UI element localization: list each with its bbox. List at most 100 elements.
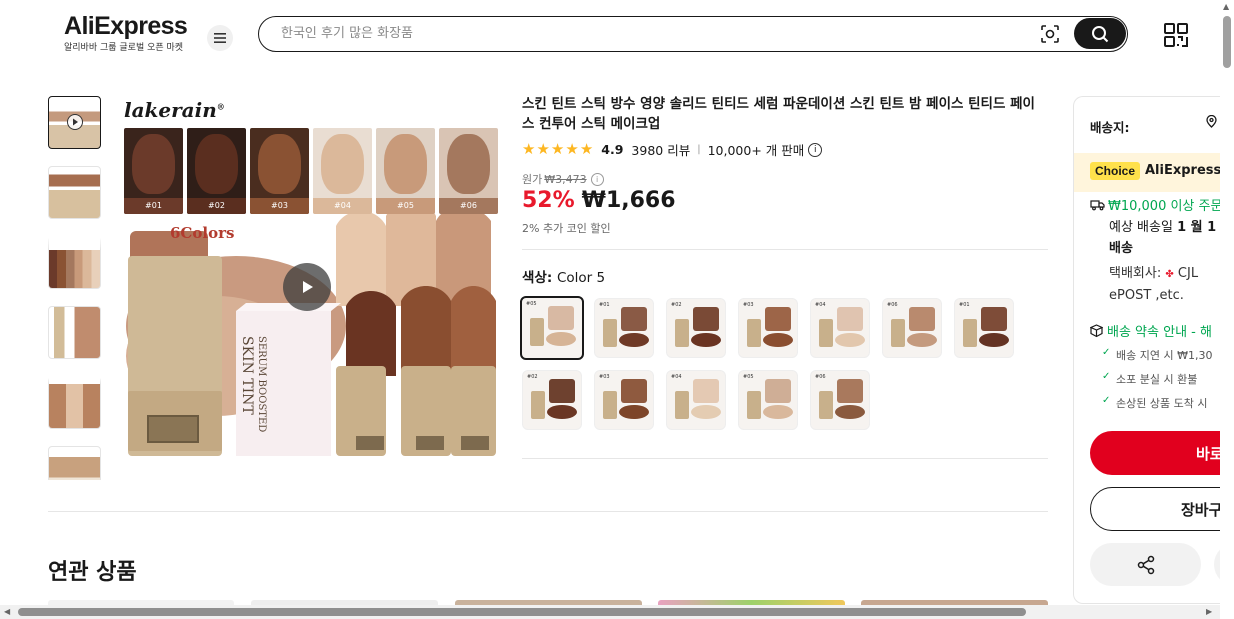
- brand-mark: ®: [216, 101, 225, 112]
- product-stick: [531, 391, 545, 419]
- search-input[interactable]: [281, 17, 1021, 50]
- color-option-tag: #01: [599, 302, 610, 308]
- thumbnail-item[interactable]: [48, 446, 101, 480]
- location-pin-icon[interactable]: [1206, 114, 1217, 131]
- model-face: [765, 307, 791, 331]
- color-option-tag: #01: [959, 302, 970, 308]
- colors-count-label: 6Colors: [170, 224, 235, 242]
- horizontal-scroll-thumb[interactable]: [18, 608, 1026, 616]
- shade-swatch: #05: [376, 128, 435, 214]
- color-option[interactable]: #02: [522, 370, 582, 430]
- model-face: [549, 379, 575, 403]
- color-option[interactable]: #02: [666, 298, 726, 358]
- color-option-tag: #05: [743, 374, 754, 380]
- product-title: 스킨 틴트 스틱 방수 영양 솔리드 틴티드 세럼 파운데이션 스킨 틴트 밤 …: [522, 96, 1035, 132]
- carrier-label: 택배회사:: [1109, 266, 1162, 281]
- product-stick: [963, 319, 977, 347]
- color-option[interactable]: #01: [954, 298, 1014, 358]
- vertical-scroll-thumb[interactable]: [1223, 16, 1231, 68]
- model-face: [981, 307, 1007, 331]
- model-face: [693, 307, 719, 331]
- model-face: [909, 307, 935, 331]
- color-option[interactable]: #04: [666, 370, 726, 430]
- shade-swatch: #02: [187, 128, 246, 214]
- color-option-tag: #04: [815, 302, 826, 308]
- separator: |: [697, 144, 701, 155]
- product-main-image[interactable]: lakerain® #01 #02 #03 #04 #05 #06 6Colors SER…: [116, 96, 498, 479]
- promise-item: 배송 지연 시 ₩1,30: [1102, 347, 1213, 363]
- model-face: [621, 379, 647, 403]
- model-face: [765, 379, 791, 403]
- buy-now-button[interactable]: 바로: [1090, 431, 1234, 475]
- color-option[interactable]: #06: [882, 298, 942, 358]
- scroll-right-arrow[interactable]: ▶: [1206, 607, 1212, 616]
- thumbnail-item[interactable]: [48, 96, 101, 149]
- promise-item: 손상된 상품 도착 시: [1102, 395, 1208, 411]
- product-stick: [891, 319, 905, 347]
- sale-price: ₩1,666: [581, 188, 676, 213]
- shade-label: #04: [313, 198, 372, 214]
- model-face: [384, 134, 427, 194]
- thumbnail-item[interactable]: [48, 236, 101, 289]
- model-face: [321, 134, 364, 194]
- color-option[interactable]: #05: [738, 370, 798, 430]
- related-products-title: 연관 상품: [48, 560, 137, 585]
- search-bar: [258, 16, 1128, 52]
- thumbnail-item[interactable]: [48, 306, 101, 359]
- delivery-estimate: 예상 배송일 1 월 1 배송: [1109, 217, 1234, 259]
- delivery-promise[interactable]: 배송 약속 안내 - 해: [1090, 321, 1212, 340]
- eta-date: 1 월 1: [1177, 220, 1217, 235]
- color-option-tag: #06: [815, 374, 826, 380]
- product-stick: [675, 319, 689, 347]
- qr-code-icon[interactable]: [1163, 22, 1189, 52]
- choice-banner: Choice AliExpress: [1074, 153, 1234, 192]
- color-option-tag: #06: [887, 302, 898, 308]
- play-icon: [67, 114, 83, 130]
- menu-button[interactable]: [207, 25, 233, 51]
- horizontal-scrollbar[interactable]: ◀ ▶: [0, 605, 1220, 619]
- shade-swatch: #01: [124, 128, 183, 214]
- rating-score: 4.9: [601, 142, 624, 157]
- color-option[interactable]: #03: [738, 298, 798, 358]
- color-option-tag: #02: [527, 374, 538, 380]
- color-option-tag: #04: [671, 374, 682, 380]
- free-shipping-text: ₩10,000 이상 주문: [1108, 199, 1223, 214]
- play-video-button[interactable]: [283, 263, 331, 311]
- color-option[interactable]: #01: [594, 298, 654, 358]
- divider: [48, 511, 1048, 512]
- search-icon: [1092, 25, 1109, 42]
- product-stick: [530, 318, 544, 346]
- thumbnail-item[interactable]: [48, 376, 101, 429]
- info-icon[interactable]: i: [808, 142, 823, 157]
- search-button[interactable]: [1074, 18, 1126, 49]
- color-option[interactable]: #05: [520, 296, 584, 360]
- color-option[interactable]: #04: [810, 298, 870, 358]
- color-label: 색상:: [522, 270, 553, 286]
- ship-to-label: 배송지:: [1090, 120, 1130, 135]
- shade-swatch: #04: [313, 128, 372, 214]
- aliexpress-logo[interactable]: AliExpress 알리바바 그룹 글로벌 오픈 마켓: [64, 12, 194, 53]
- info-icon[interactable]: i: [590, 172, 604, 186]
- promise-item: 소포 분실 시 환불: [1102, 371, 1197, 387]
- scroll-left-arrow[interactable]: ◀: [4, 607, 10, 616]
- color-option[interactable]: #03: [594, 370, 654, 430]
- model-face: [258, 134, 301, 194]
- model-face: [447, 134, 490, 194]
- shade-smear: [547, 405, 577, 419]
- vertical-scrollbar[interactable]: ▲: [1220, 0, 1234, 619]
- scroll-up-arrow[interactable]: ▲: [1223, 2, 1229, 11]
- model-face: [837, 307, 863, 331]
- color-option[interactable]: #06: [810, 370, 870, 430]
- add-to-cart-button[interactable]: 장바구: [1090, 487, 1234, 531]
- image-search-icon[interactable]: [1040, 24, 1060, 48]
- thumbnail-item[interactable]: [48, 166, 101, 219]
- carrier-info: 택배회사: ✤ CJL ePOST ,etc.: [1109, 263, 1234, 306]
- share-button[interactable]: [1090, 543, 1201, 586]
- color-selection-label: 색상: Color 5: [522, 266, 605, 286]
- shade-label: #03: [250, 198, 309, 214]
- shade-label: #06: [439, 198, 498, 214]
- review-count-link[interactable]: 3980 리뷰: [631, 140, 690, 159]
- promise-text: 배송 약속 안내 - 해: [1107, 325, 1212, 340]
- model-face: [548, 306, 574, 330]
- free-shipping: ₩10,000 이상 주문: [1090, 195, 1222, 214]
